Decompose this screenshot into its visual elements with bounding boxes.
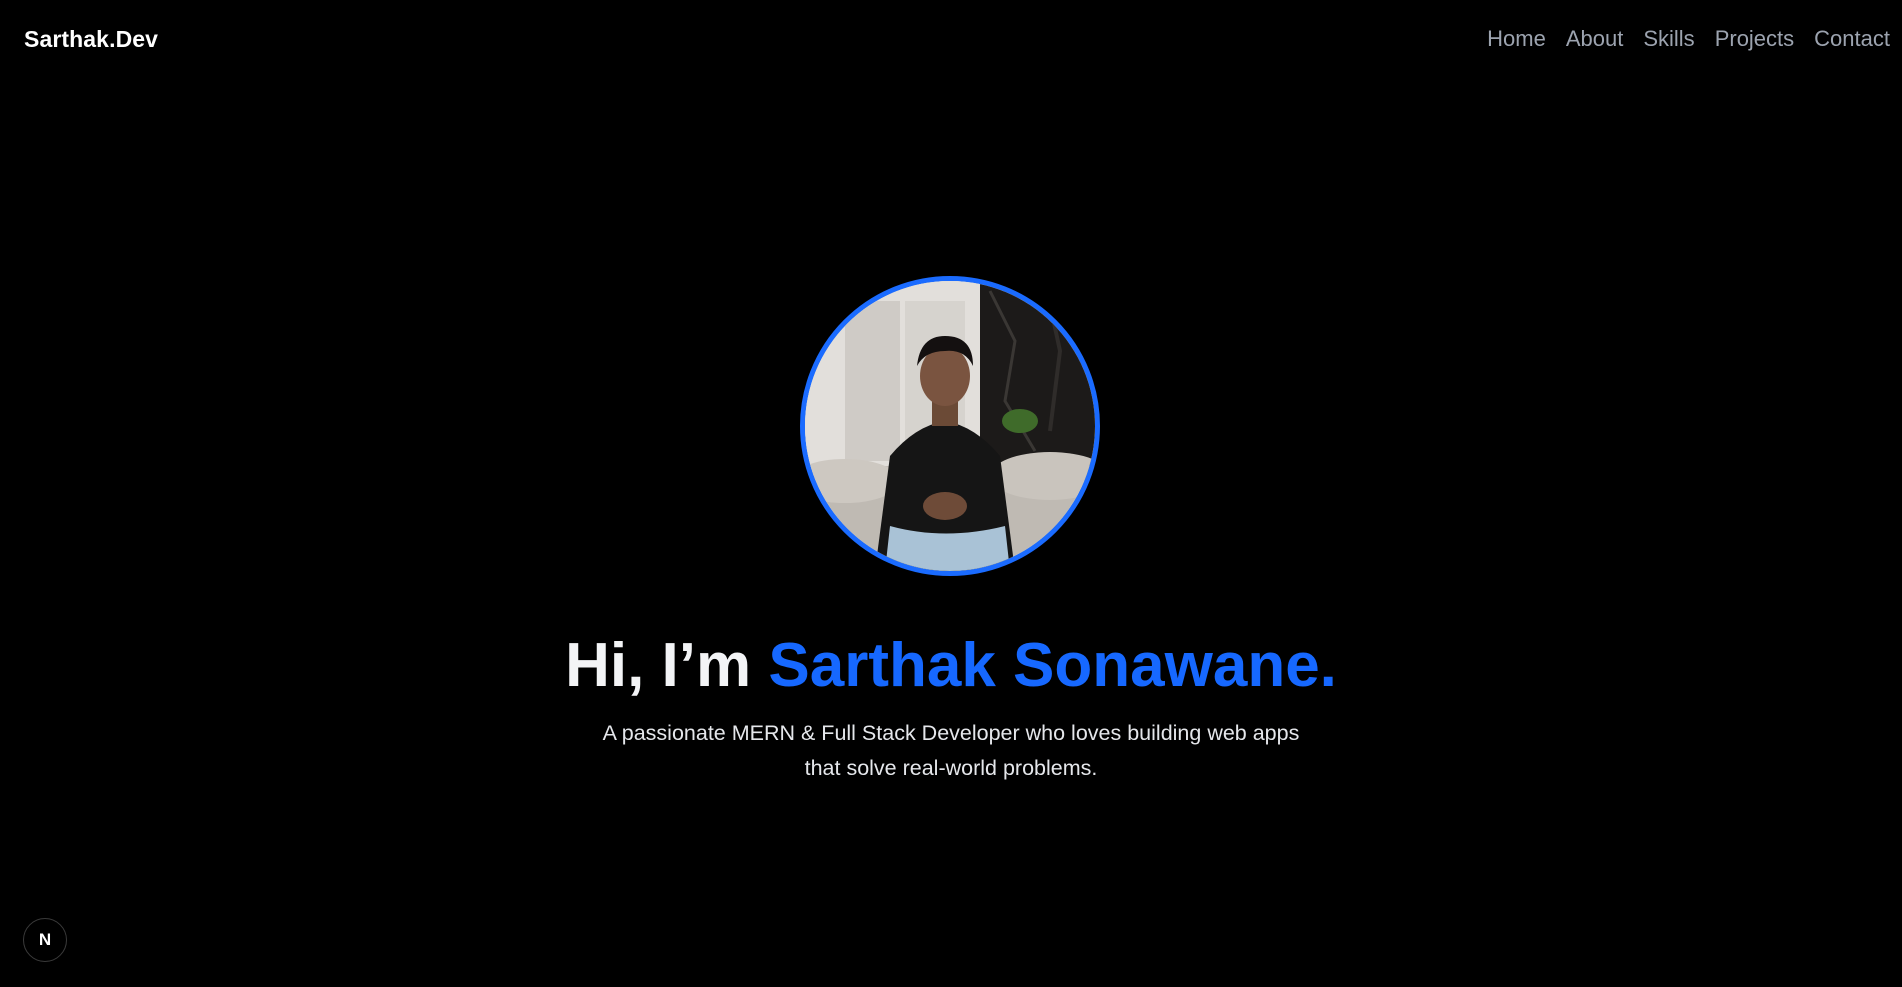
nav-link-projects[interactable]: Projects	[1715, 26, 1794, 52]
nav-link-home[interactable]: Home	[1487, 26, 1546, 52]
hero-subtitle: A passionate MERN & Full Stack Developer…	[602, 721, 1300, 780]
profile-avatar	[800, 276, 1100, 576]
nav-link-contact[interactable]: Contact	[1814, 26, 1890, 52]
main-nav: Home About Skills Projects Contact	[1487, 26, 1890, 52]
hero-name: Sarthak Sonawane.	[768, 631, 1337, 700]
brand-logo[interactable]: Sarthak.Dev	[24, 26, 158, 53]
hero-heading: Hi, I’m Sarthak Sonawane.	[0, 630, 1902, 702]
nav-link-about[interactable]: About	[1566, 26, 1624, 52]
profile-photo-illustration	[805, 281, 1095, 571]
hero-greeting: Hi, I’m	[565, 631, 769, 700]
nextjs-icon[interactable]: N	[23, 918, 67, 962]
nav-link-skills[interactable]: Skills	[1643, 26, 1694, 52]
dev-indicator-label: N	[38, 930, 52, 949]
